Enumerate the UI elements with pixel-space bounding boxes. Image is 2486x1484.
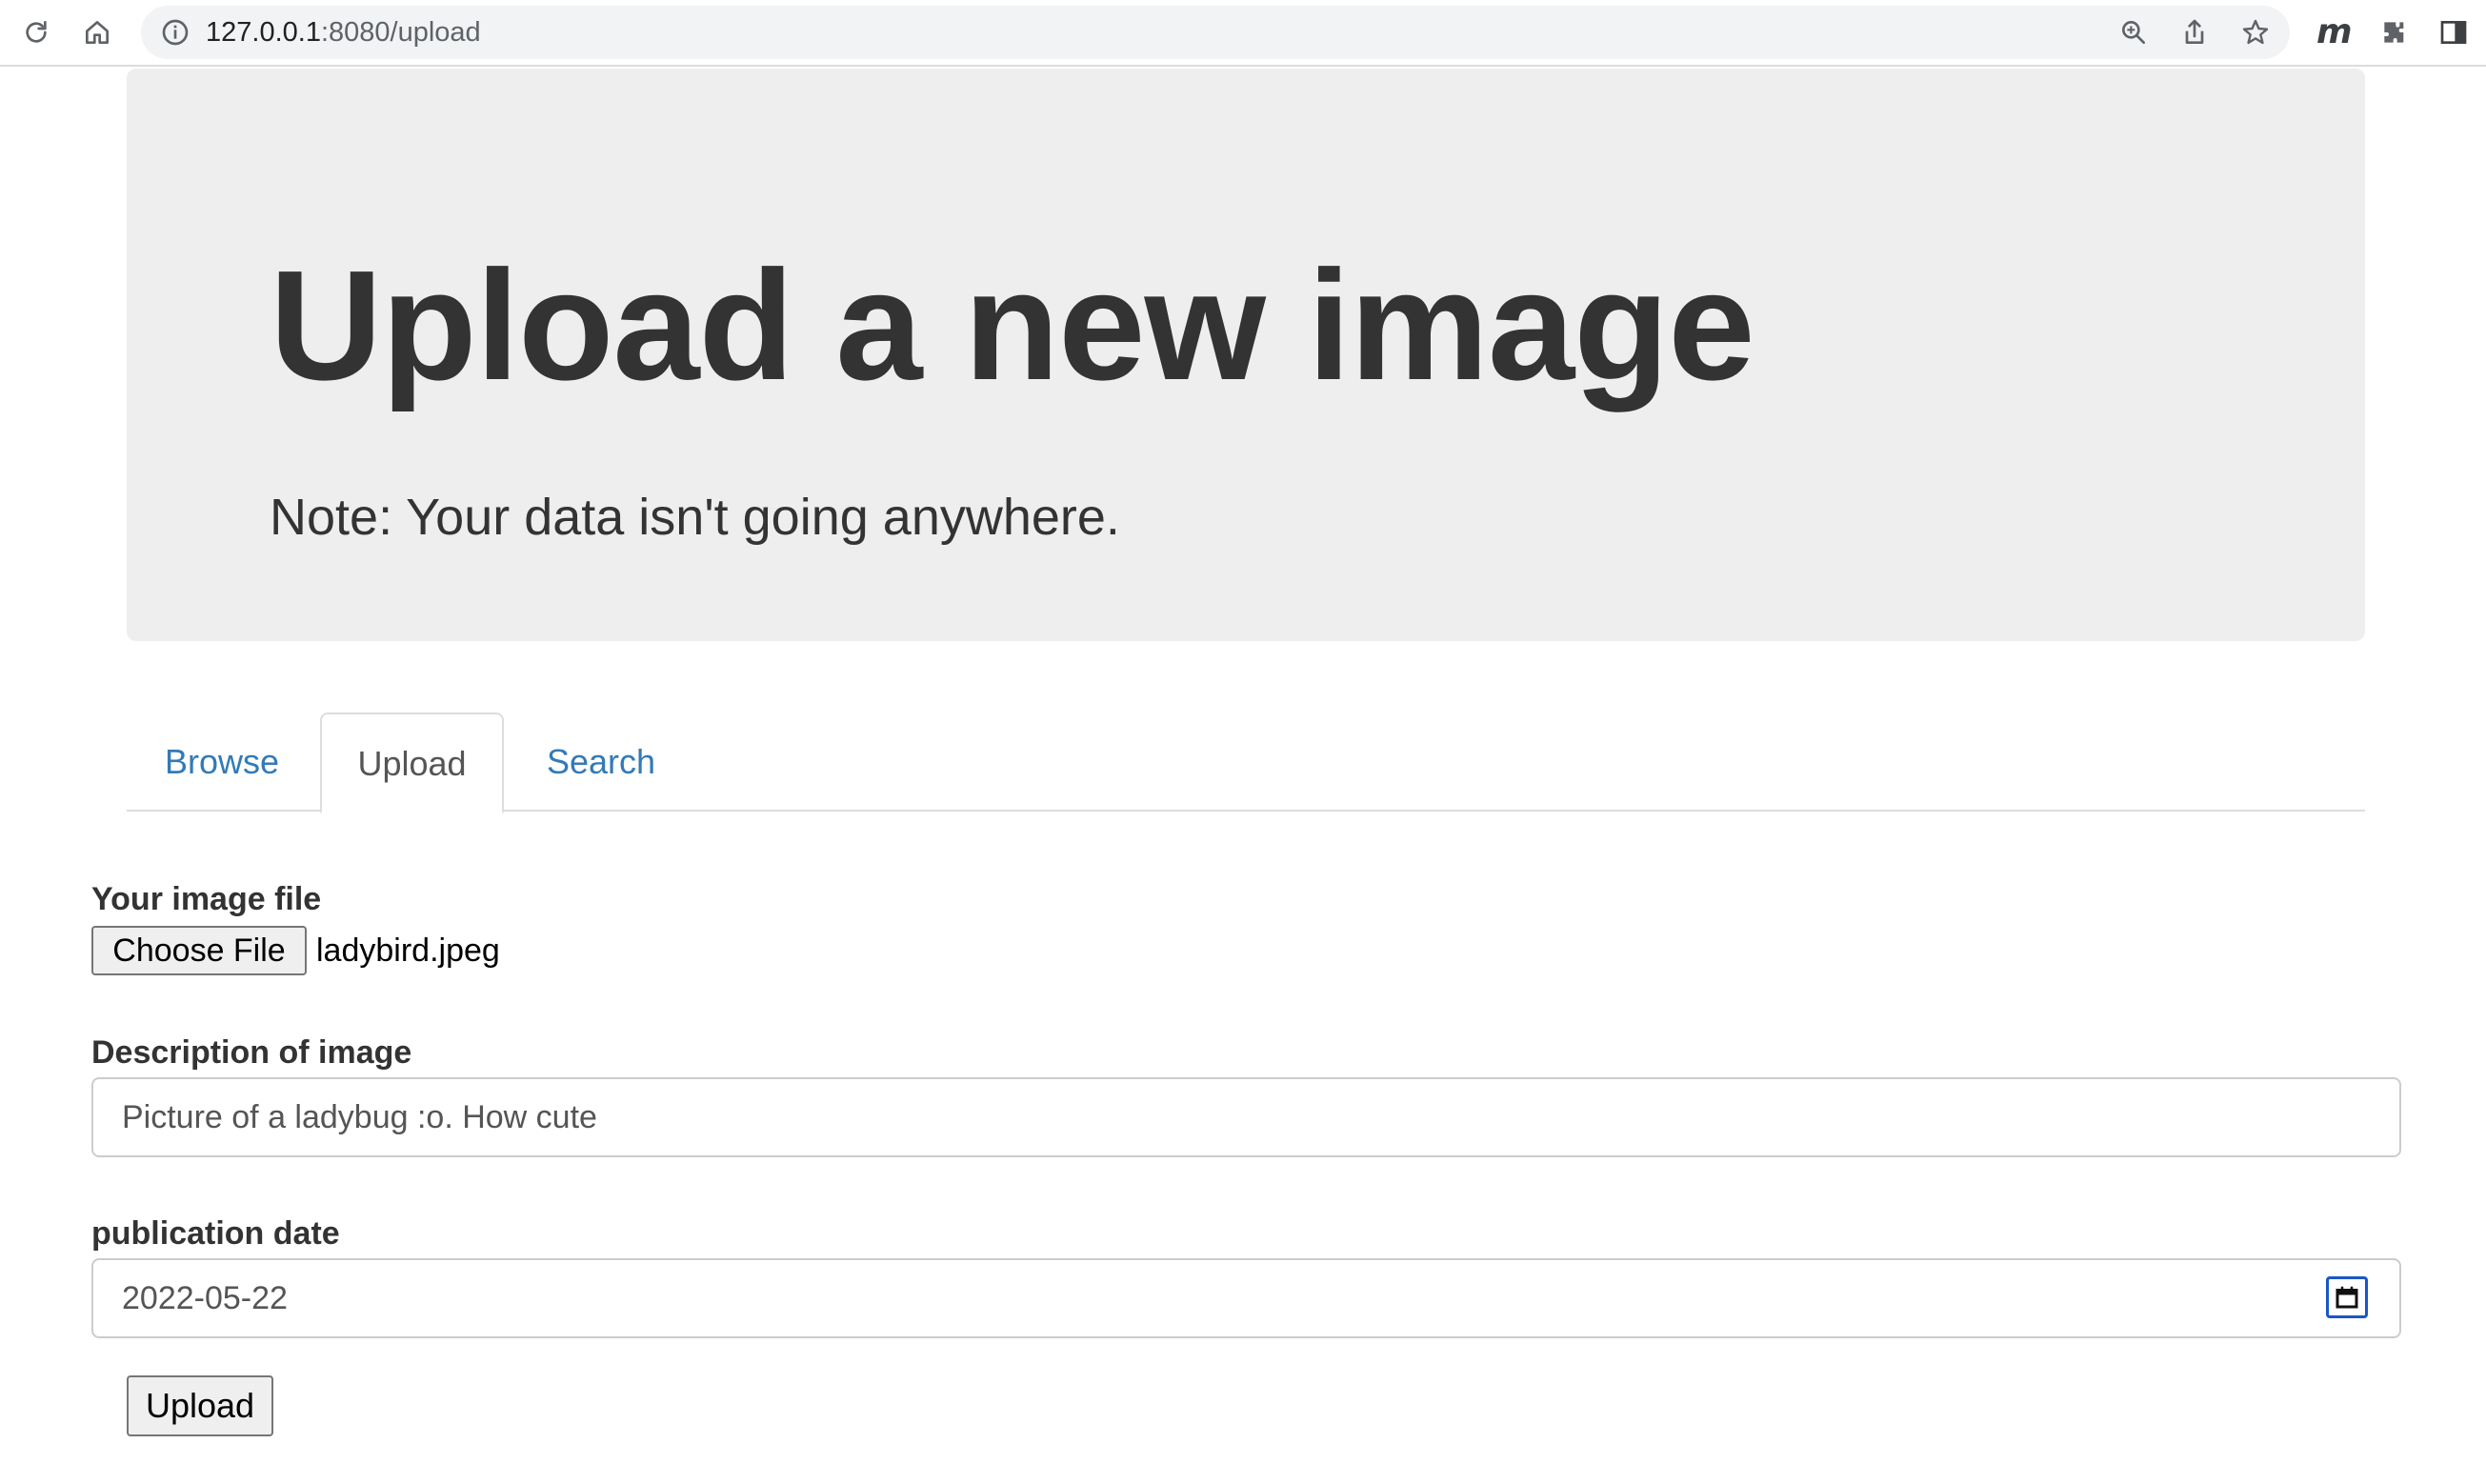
choose-file-button[interactable]: Choose File bbox=[91, 926, 307, 975]
tab-search[interactable]: Search bbox=[508, 712, 694, 812]
selected-file-name: ladybird.jpeg bbox=[316, 933, 500, 969]
address-bar[interactable]: 127.0.0.1:8080/upload bbox=[141, 6, 2290, 59]
bookmark-star-icon[interactable] bbox=[2240, 17, 2271, 48]
browser-toolbar: 127.0.0.1:8080/upload m bbox=[0, 0, 2486, 67]
file-label: Your image file bbox=[91, 881, 322, 917]
reload-icon[interactable] bbox=[17, 13, 55, 51]
description-label: Description of image bbox=[91, 1034, 412, 1071]
url-path: :8080/upload bbox=[320, 17, 481, 48]
tab-upload[interactable]: Upload bbox=[320, 712, 504, 813]
home-icon[interactable] bbox=[78, 13, 116, 51]
description-input[interactable] bbox=[91, 1077, 2401, 1157]
nav-tabs: Browse Upload Search bbox=[127, 712, 2365, 813]
zoom-icon[interactable] bbox=[2118, 17, 2149, 48]
side-panel-icon[interactable] bbox=[2435, 13, 2473, 51]
page-subtitle-note: Note: Your data isn't going anywhere. bbox=[270, 489, 1120, 546]
info-icon[interactable] bbox=[160, 17, 190, 48]
page-title: Upload a new image bbox=[270, 238, 1755, 412]
share-icon[interactable] bbox=[2179, 17, 2210, 48]
date-label: publication date bbox=[91, 1215, 340, 1252]
calendar-icon[interactable] bbox=[2326, 1276, 2368, 1318]
publication-date-input[interactable] bbox=[91, 1258, 2401, 1338]
extension-m-icon[interactable]: m bbox=[2316, 11, 2353, 53]
upload-submit-button[interactable]: Upload bbox=[127, 1375, 273, 1436]
tab-browse[interactable]: Browse bbox=[127, 712, 317, 812]
jumbotron-header: Upload a new image Note: Your data isn't… bbox=[127, 69, 2365, 641]
extensions-icon[interactable] bbox=[2376, 13, 2414, 51]
url-host: 127.0.0.1 bbox=[206, 17, 321, 48]
url-text: 127.0.0.1:8080/upload bbox=[206, 6, 481, 59]
